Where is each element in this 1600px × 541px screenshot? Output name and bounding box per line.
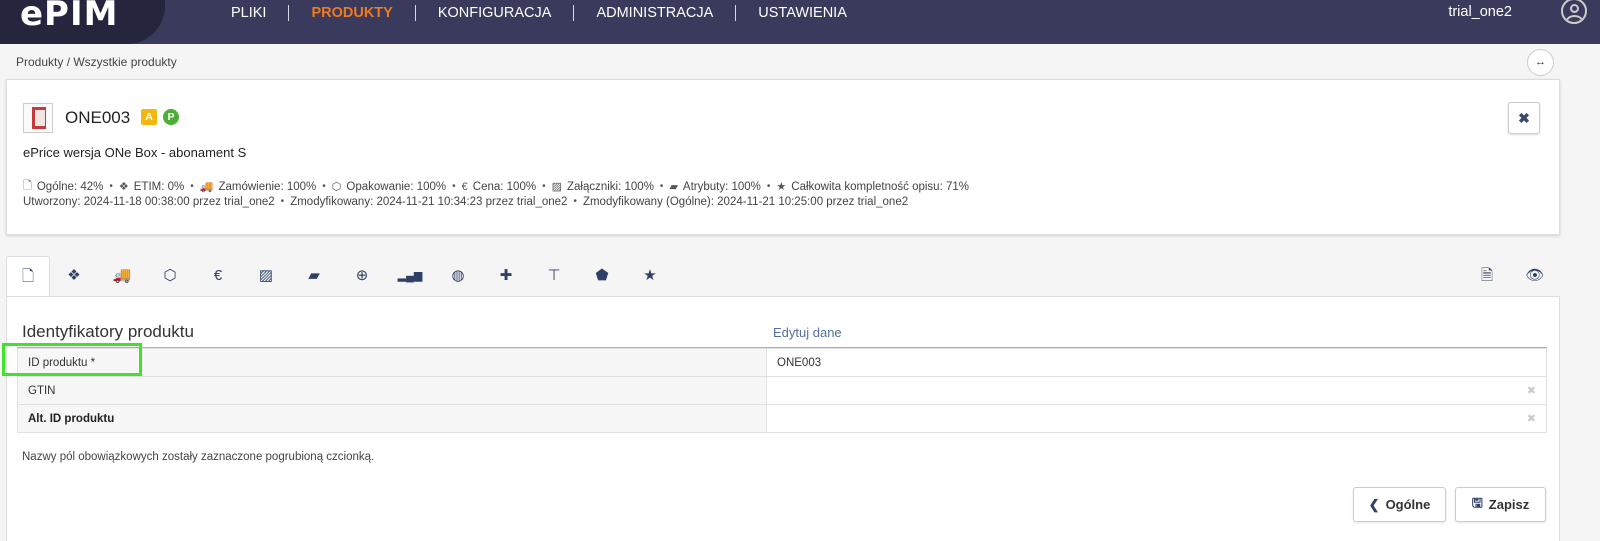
box-icon: ⬡ — [331, 181, 342, 193]
tab-order[interactable]: 🚚 — [98, 256, 146, 296]
tab-general[interactable]: 🗋 — [6, 256, 50, 296]
field-label-gtin: GTIN — [17, 376, 767, 405]
etim-icon: ❖ — [118, 181, 129, 193]
product-header-card: ONE003 A P ePrice wersja ONe Box - abona… — [6, 79, 1560, 235]
breadcrumb[interactable]: Produkty / Wszystkie produkty — [16, 55, 177, 69]
stat-total: ★ Całkowita kompletność opisu: 71% — [776, 180, 969, 194]
file-icon: 🗋 — [23, 180, 32, 192]
stat-attachments: ▨ Załączniki: 100% — [551, 180, 654, 194]
modified-general-info: Zmodyfikowany (Ogólne): 2024-11-21 10:25… — [582, 196, 909, 208]
tab-hierarchy[interactable]: ⊤ — [530, 256, 578, 296]
tab-puzzle[interactable]: ✚ — [482, 256, 530, 296]
image-icon: ▨ — [551, 181, 562, 193]
tab-signal[interactable]: ▂▄▆ — [386, 256, 434, 296]
badge-a: A — [141, 109, 157, 125]
star-icon: ★ — [776, 181, 787, 193]
tab-packaging[interactable]: ⬡ — [146, 256, 194, 296]
table-row: ID produktu * ONE003 — [17, 348, 1547, 377]
tab-star[interactable]: ★ — [626, 256, 674, 296]
user-avatar-icon[interactable] — [1561, 0, 1587, 24]
tab-add[interactable]: ⊕ — [338, 256, 386, 296]
collapse-toggle-button[interactable]: ↔ — [1527, 49, 1554, 76]
created-info: Utworzony: 2024-11-18 00:38:00 przez tri… — [23, 196, 275, 208]
top-bar: ePIM PLIKI PRODUKTY KONFIGURACJA ADMINIS… — [0, 0, 1600, 44]
main-nav: PLIKI PRODUKTY KONFIGURACJA ADMINISTRACJ… — [209, 0, 869, 26]
floppy-icon: 🖫 — [1471, 494, 1483, 510]
nav-products[interactable]: PRODUKTY — [289, 5, 416, 21]
save-button[interactable]: 🖫 Zapisz — [1455, 487, 1546, 522]
tab-globe[interactable]: ◍ — [434, 256, 482, 296]
product-id-title: ONE003 — [65, 108, 131, 127]
tab-etim[interactable]: ❖ — [50, 256, 98, 296]
clear-icon[interactable]: ✖ — [1527, 384, 1536, 397]
table-row: Alt. ID produktu ✖ — [17, 404, 1547, 433]
tab-tag[interactable]: ⬟ — [578, 256, 626, 296]
tab-attachments[interactable]: ▨ — [242, 256, 290, 296]
completeness-stats: 🗋 Ogólne: 42% • ❖ ETIM: 0% • 🚚 Zamówienie: … — [23, 177, 969, 196]
euro-icon: € — [461, 180, 468, 193]
stat-general: 🗋 Ogólne: 42% — [23, 177, 103, 196]
table-row: GTIN ✖ — [17, 376, 1547, 405]
logo-area[interactable]: ePIM — [0, 0, 165, 44]
clear-icon[interactable]: ✖ — [1527, 412, 1536, 425]
alt-product-id-field[interactable]: ✖ — [766, 404, 1547, 433]
document-icon[interactable]: 🗎 — [1467, 256, 1507, 296]
truck-icon: 🚚 — [199, 181, 214, 193]
identifiers-table: ID produktu * ONE003 GTIN ✖ Alt. ID prod… — [17, 348, 1547, 433]
nav-files[interactable]: PLIKI — [209, 5, 290, 21]
section-title: Identyfikatory produktu — [22, 322, 194, 341]
product-id-field[interactable]: ONE003 — [766, 348, 1547, 377]
app-logo[interactable]: ePIM — [20, 0, 118, 34]
tab-attributes[interactable]: ▰ — [290, 256, 338, 296]
previous-tab-button[interactable]: ❮ Ogólne — [1353, 487, 1446, 522]
highlight-box — [2, 343, 142, 376]
field-label-alt-id: Alt. ID produktu — [17, 404, 767, 433]
badge-p: P — [163, 109, 179, 125]
modified-info: Zmodyfikowany: 2024-11-21 10:34:23 przez… — [290, 196, 568, 208]
nav-administration[interactable]: ADMINISTRACJA — [574, 5, 737, 21]
audit-info: Utworzony: 2024-11-18 00:38:00 przez tri… — [23, 196, 909, 208]
stat-order: 🚚 Zamówienie: 100% — [199, 180, 317, 194]
chevron-left-icon: ❮ — [1368, 496, 1380, 512]
stat-attributes: ▰ Atrybuty: 100% — [669, 180, 761, 194]
product-thumbnail[interactable] — [23, 103, 53, 133]
gtin-field[interactable]: ✖ — [766, 376, 1547, 405]
product-tabs: 🗋 ❖ 🚚 ⬡ € ▨ ▰ ⊕ ▂▄▆ ◍ ✚ ⊤ ⬟ ★ — [6, 256, 674, 296]
note-icon: ▰ — [669, 181, 678, 193]
required-fields-note: Nazwy pól obowiązkowych zostały zaznaczo… — [22, 451, 375, 463]
nav-settings[interactable]: USTAWIENIA — [736, 5, 869, 21]
stat-packaging: ⬡ Opakowanie: 100% — [331, 180, 447, 194]
close-button[interactable]: ✖ — [1508, 102, 1540, 134]
eye-icon[interactable]: 👁 — [1515, 256, 1555, 296]
nav-configuration[interactable]: KONFIGURACJA — [416, 5, 575, 21]
user-name[interactable]: trial_one2 — [1448, 4, 1512, 20]
product-name: ePrice wersja ONe Box - abonament S — [23, 145, 247, 160]
stat-price: € Cena: 100% — [461, 180, 537, 193]
stat-etim: ❖ ETIM: 0% — [118, 180, 185, 194]
edit-data-label: Edytuj dane — [773, 325, 842, 340]
tab-price[interactable]: € — [194, 256, 242, 296]
